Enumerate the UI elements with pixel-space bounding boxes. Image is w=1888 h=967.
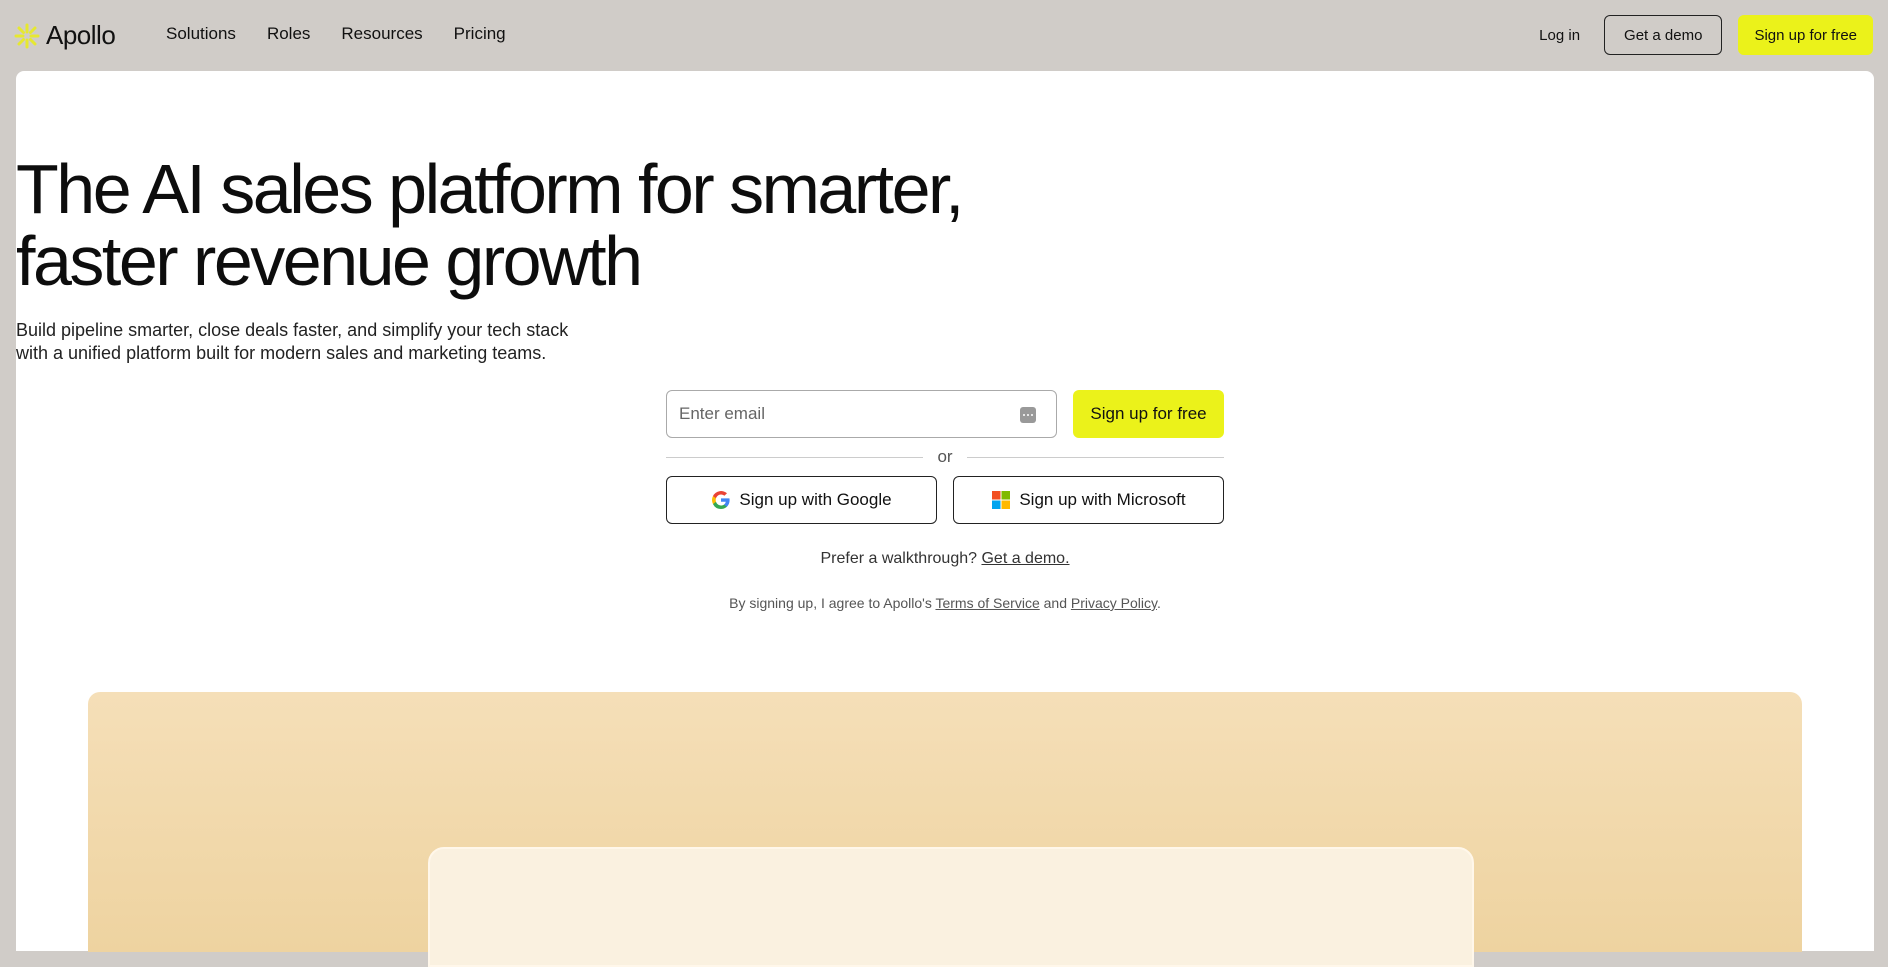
signup-form: Sign up for free or Sign up with Google [666, 390, 1224, 524]
walkthrough-text: Prefer a walkthrough? Get a demo. [16, 550, 1874, 568]
microsoft-signup-label: Sign up with Microsoft [1019, 490, 1186, 509]
header-actions: Log in Get a demo Sign up for free [1539, 15, 1873, 55]
google-signup-label: Sign up with Google [739, 490, 892, 509]
get-demo-button[interactable]: Get a demo [1604, 15, 1723, 55]
product-preview-card [428, 847, 1474, 967]
nav-item-solutions[interactable]: Solutions [166, 24, 236, 44]
walkthrough-demo-link[interactable]: Get a demo. [981, 550, 1069, 567]
hero-subhead: Build pipeline smarter, close deals fast… [16, 319, 1874, 365]
nav-item-pricing[interactable]: Pricing [454, 24, 506, 44]
walkthrough-prefix: Prefer a walkthrough? [820, 550, 978, 567]
privacy-link[interactable]: Privacy Policy [1071, 595, 1157, 611]
main-nav: Solutions Roles Resources Pricing [166, 24, 506, 44]
microsoft-signup-button[interactable]: Sign up with Microsoft [953, 476, 1224, 524]
password-dots-icon[interactable] [1020, 407, 1036, 423]
headline-line-2: faster revenue growth [16, 222, 643, 300]
legal-and: and [1043, 595, 1067, 611]
signup-header-button[interactable]: Sign up for free [1738, 15, 1873, 55]
social-signup-row: Sign up with Google Sign up with Microso… [666, 476, 1224, 524]
login-link[interactable]: Log in [1539, 27, 1580, 44]
headline-line-1: The AI sales platform for smarter, [16, 150, 964, 228]
nav-item-resources[interactable]: Resources [341, 24, 422, 44]
microsoft-squares-icon [992, 491, 1011, 509]
divider-line-left [666, 456, 924, 458]
email-input[interactable] [679, 404, 999, 424]
brand-name: Apollo [46, 20, 116, 50]
product-preview-panel [88, 692, 1802, 967]
subhead-line-1: Build pipeline smarter, close deals fast… [16, 320, 569, 340]
divider-line-right [966, 456, 1224, 458]
email-row: Sign up for free [666, 390, 1224, 438]
legal-suffix: . [1156, 595, 1161, 611]
terms-link[interactable]: Terms of Service [935, 595, 1039, 611]
divider-text: or [937, 447, 953, 466]
google-g-icon [712, 491, 731, 509]
legal-text: By signing up, I agree to Apollo's Terms… [16, 595, 1874, 611]
signup-button[interactable]: Sign up for free [1073, 390, 1224, 438]
google-signup-button[interactable]: Sign up with Google [666, 476, 937, 524]
nav-item-roles[interactable]: Roles [267, 24, 310, 44]
apollo-logo[interactable]: Apollo [14, 20, 116, 51]
hero-headline: The AI sales platform for smarter, faste… [16, 153, 1874, 297]
apollo-asterisk-icon [14, 23, 40, 48]
main-content: The AI sales platform for smarter, faste… [16, 71, 1874, 967]
subhead-line-2: with a unified platform built for modern… [16, 343, 547, 363]
top-navigation: Apollo Solutions Roles Resources Pricing… [0, 0, 1888, 70]
legal-prefix: By signing up, I agree to Apollo's [729, 595, 932, 611]
or-divider: or [666, 447, 1224, 467]
email-field-wrapper [666, 390, 1057, 438]
